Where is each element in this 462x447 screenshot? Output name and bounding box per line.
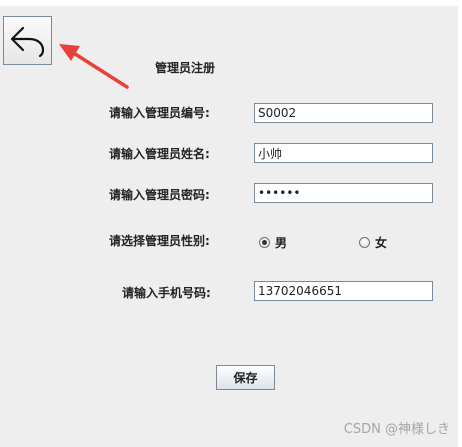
gender-radio-female[interactable]: 女 — [359, 234, 387, 251]
register-panel: 管理员注册 请输入管理员编号: 请输入管理员姓名: 请输入管理员密码: 请选择管… — [0, 6, 458, 447]
radio-female-label: 女 — [375, 236, 388, 250]
gender-radio-male[interactable]: 男 — [259, 234, 287, 251]
phone-input[interactable] — [254, 281, 433, 301]
save-button[interactable]: 保存 — [216, 365, 275, 390]
watermark: CSDN @神様しき — [343, 422, 450, 437]
back-arrow-icon — [10, 26, 44, 57]
radio-female-indicator[interactable] — [359, 237, 370, 248]
phone-label: 请输入手机号码: — [122, 286, 211, 300]
admin-id-input[interactable] — [254, 103, 433, 123]
back-button[interactable] — [3, 16, 52, 65]
name-label: 请输入管理员姓名: — [109, 147, 210, 161]
page-title: 管理员注册 — [155, 61, 216, 75]
password-label: 请输入管理员密码: — [109, 188, 210, 202]
radio-male-indicator[interactable] — [259, 237, 270, 248]
admin-name-input[interactable] — [254, 143, 433, 163]
radio-male-label: 男 — [275, 236, 288, 250]
admin-password-input[interactable] — [254, 183, 433, 203]
app-window: 管理员注册 请输入管理员编号: 请输入管理员姓名: 请输入管理员密码: 请选择管… — [0, 0, 462, 447]
gender-label: 请选择管理员性别: — [109, 234, 210, 248]
id-label: 请输入管理员编号: — [109, 106, 210, 120]
